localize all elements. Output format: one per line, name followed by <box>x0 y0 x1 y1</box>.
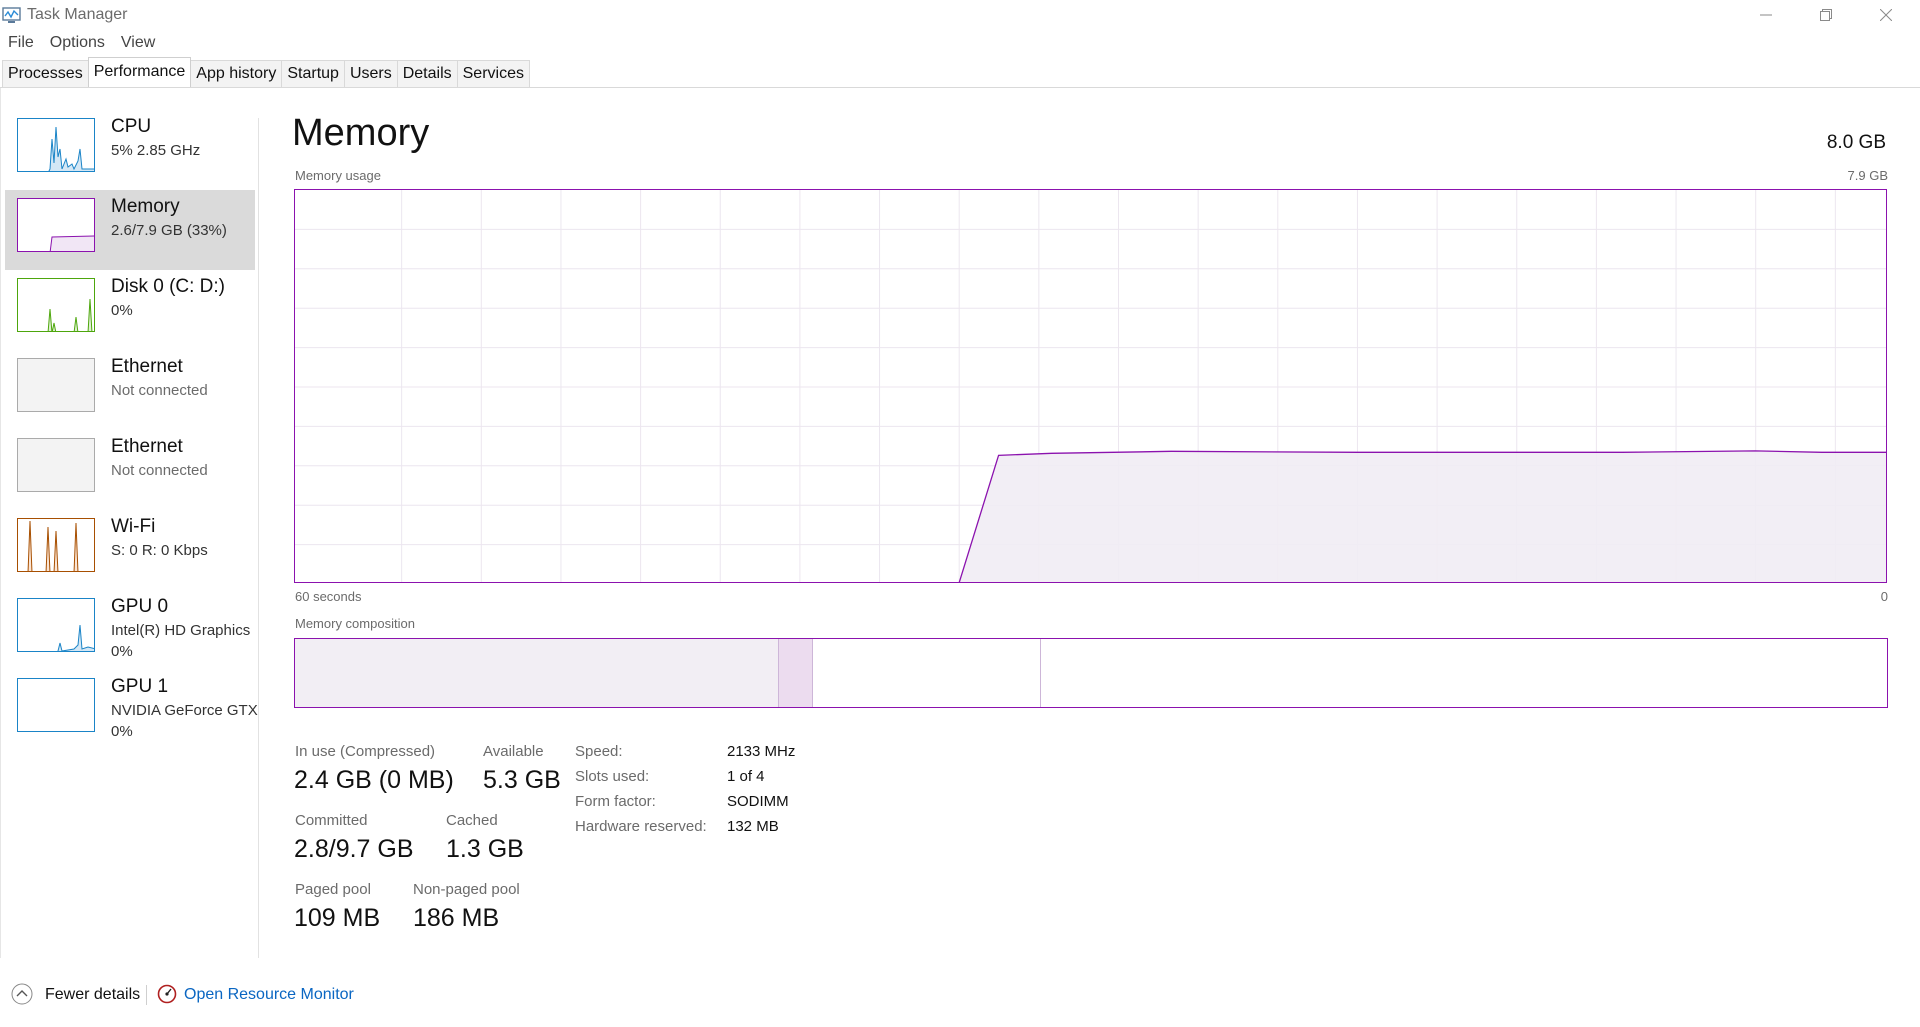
title-bar: Task Manager <box>0 0 1920 30</box>
tab-processes[interactable]: Processes <box>2 60 89 87</box>
sidebar-title: Disk 0 (C: D:) <box>111 276 225 297</box>
sidebar-item-wifi[interactable]: Wi-Fi S: 0 R: 0 Kbps <box>5 510 255 590</box>
sidebar-title: GPU 0 <box>111 596 169 617</box>
tab-app-history[interactable]: App history <box>190 60 283 87</box>
sidebar-item-disk[interactable]: Disk 0 (C: D:) 0% <box>5 270 255 350</box>
panel-border <box>0 88 1 958</box>
memory-thumbnail-graph <box>17 198 95 252</box>
menu-options[interactable]: Options <box>42 32 113 54</box>
close-icon[interactable] <box>1856 0 1916 30</box>
gpu-1-thumbnail-graph <box>17 678 95 732</box>
sidebar-item-ethernet-2[interactable]: Ethernet Not connected <box>5 430 255 510</box>
total-memory: 8.0 GB <box>1826 132 1886 153</box>
available-label: Available <box>483 743 544 760</box>
x-axis-start-label: 60 seconds <box>295 589 362 604</box>
fewer-details-button[interactable]: Fewer details <box>45 986 140 1004</box>
minimize-icon[interactable] <box>1736 0 1796 30</box>
task-manager-icon <box>2 7 21 23</box>
wifi-thumbnail-graph <box>17 518 95 572</box>
composition-segment-standby[interactable] <box>812 639 1041 707</box>
footer-divider <box>0 958 1920 959</box>
sidebar-subtitle: Intel(R) HD Graphics <box>111 622 251 639</box>
usage-chart-label: Memory usage <box>295 168 381 183</box>
window-title: Task Manager <box>27 6 128 23</box>
in-use-value: 2.4 GB (0 MB) <box>294 766 454 794</box>
paged-pool-value: 109 MB <box>294 904 381 932</box>
form-factor-value: SODIMM <box>727 793 789 810</box>
sidebar-title: CPU <box>111 116 152 137</box>
memory-composition-bar[interactable] <box>294 638 1888 708</box>
sidebar-subtitle: 0% <box>111 302 133 319</box>
open-resource-monitor-link[interactable]: Open Resource Monitor <box>184 986 354 1004</box>
chevron-up-icon[interactable] <box>11 983 33 1005</box>
disk-thumbnail-graph <box>17 278 95 332</box>
committed-label: Committed <box>295 812 368 829</box>
sidebar-title: Wi-Fi <box>111 516 156 537</box>
gpu-0-thumbnail-graph <box>17 598 95 652</box>
tab-performance[interactable]: Performance <box>87 57 192 87</box>
sidebar-subtitle: Not connected <box>111 382 208 399</box>
sidebar-usage: 0% <box>111 643 133 660</box>
in-use-label: In use (Compressed) <box>295 743 436 760</box>
menu-bar: File Options View <box>0 32 163 54</box>
available-value: 5.3 GB <box>483 766 561 794</box>
speed-label: Speed: <box>575 743 623 760</box>
sidebar-item-cpu[interactable]: CPU 5% 2.85 GHz <box>5 110 255 190</box>
usage-area <box>959 450 1886 582</box>
hardware-reserved-label: Hardware reserved: <box>575 818 707 835</box>
tab-services[interactable]: Services <box>456 60 530 87</box>
hardware-reserved-value: 132 MB <box>727 818 779 835</box>
cached-label: Cached <box>446 812 498 829</box>
paged-pool-label: Paged pool <box>295 881 371 898</box>
non-paged-pool-label: Non-paged pool <box>413 881 520 898</box>
sidebar-title: GPU 1 <box>111 676 169 697</box>
sidebar-subtitle: 5% 2.85 GHz <box>111 142 201 159</box>
composition-label: Memory composition <box>295 616 415 631</box>
sidebar-usage: 0% <box>111 723 133 740</box>
ethernet-thumbnail-graph <box>17 358 95 412</box>
cpu-thumbnail-graph <box>17 118 95 172</box>
sidebar-item-memory[interactable]: Memory 2.6/7.9 GB (33%) <box>5 190 255 270</box>
tab-users[interactable]: Users <box>343 60 398 87</box>
sidebar-title: Memory <box>111 196 180 217</box>
sidebar-subtitle: Not connected <box>111 462 208 479</box>
sidebar-title: Ethernet <box>111 356 183 377</box>
resource-sidebar: CPU 5% 2.85 GHz Memory 2.6/7.9 GB (33%) … <box>5 110 258 750</box>
slots-used-value: 1 of 4 <box>727 768 765 785</box>
memory-usage-plot <box>295 190 1886 582</box>
slots-used-label: Slots used: <box>575 768 650 785</box>
speed-value: 2133 MHz <box>727 743 796 760</box>
sidebar-item-gpu-0[interactable]: GPU 0 Intel(R) HD Graphics 0% <box>5 590 255 670</box>
tab-startup[interactable]: Startup <box>281 60 345 87</box>
tab-strip: Processes Performance App history Startu… <box>2 57 530 87</box>
menu-file[interactable]: File <box>0 32 42 54</box>
composition-segment-free[interactable] <box>1040 639 1887 707</box>
usage-chart-max: 7.9 GB <box>1847 168 1888 183</box>
sidebar-subtitle: 2.6/7.9 GB (33%) <box>111 222 227 239</box>
composition-segment-in-use[interactable] <box>295 639 779 707</box>
memory-usage-chart <box>294 189 1887 583</box>
committed-value: 2.8/9.7 GB <box>294 835 414 863</box>
sidebar-subtitle: NVIDIA GeForce GTX <box>111 702 258 719</box>
page-title: Memory <box>292 112 430 154</box>
form-factor-label: Form factor: <box>575 793 656 810</box>
sidebar-subtitle: S: 0 R: 0 Kbps <box>111 542 208 559</box>
ethernet-thumbnail-graph <box>17 438 95 492</box>
tab-details[interactable]: Details <box>396 60 458 87</box>
sidebar-item-gpu-1[interactable]: GPU 1 NVIDIA GeForce GTX 0% <box>5 670 258 750</box>
sidebar-title: Ethernet <box>111 436 183 457</box>
non-paged-pool-value: 186 MB <box>413 904 500 932</box>
cached-value: 1.3 GB <box>446 835 524 863</box>
footer-separator <box>146 985 147 1005</box>
sidebar-divider <box>258 118 259 958</box>
x-axis-end-label: 0 <box>1880 589 1888 604</box>
sidebar-item-ethernet-1[interactable]: Ethernet Not connected <box>5 350 255 430</box>
tab-divider <box>0 87 1920 88</box>
menu-view[interactable]: View <box>113 32 163 54</box>
maximize-icon[interactable] <box>1796 0 1856 30</box>
composition-segment-modified[interactable] <box>778 639 813 707</box>
resource-monitor-icon[interactable] <box>157 984 177 1004</box>
